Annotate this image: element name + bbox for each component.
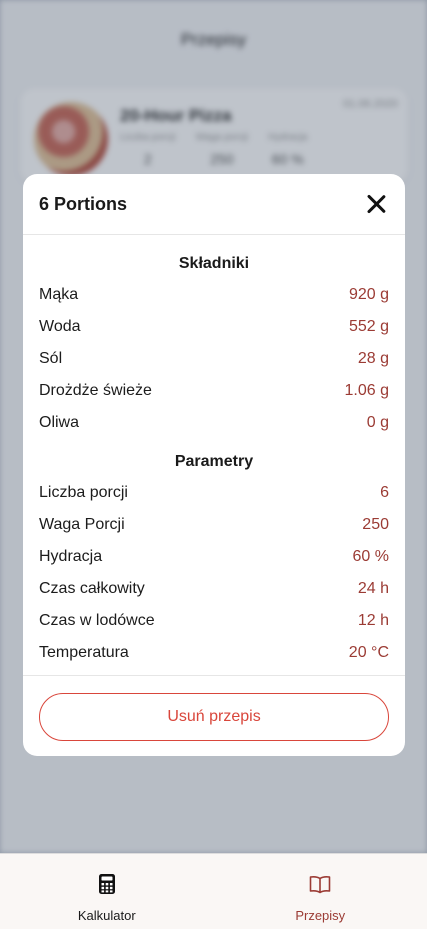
parameter-value: 20 °C (348, 644, 389, 661)
ingredient-row: Woda 552 g (23, 311, 405, 343)
ingredient-value: 0 g (366, 414, 389, 431)
ingredient-label: Oliwa (39, 414, 80, 431)
tab-przepisy[interactable]: Przepisy (214, 854, 427, 929)
ingredient-value: 920 g (348, 286, 389, 303)
parameter-row: Czas całkowity 24 h (23, 573, 405, 605)
tab-label: Kalkulator (77, 908, 136, 923)
parameter-row: Czas w lodówce 12 h (23, 605, 405, 637)
ingredient-value: 1.06 g (344, 382, 389, 399)
ingredient-value: 28 g (357, 350, 389, 367)
parameter-value: 6 (380, 484, 389, 501)
ingredient-label: Mąka (39, 286, 79, 303)
delete-recipe-button[interactable]: Usuń przepis (39, 693, 389, 741)
modal-footer: Usuń przepis (23, 675, 405, 756)
parameter-row: Waga Porcji 250 (23, 509, 405, 541)
parameter-row: Liczba porcji 6 (23, 477, 405, 509)
parameter-value: 12 h (357, 612, 389, 629)
tab-label: Przepisy (295, 908, 346, 923)
calculator-icon (98, 874, 115, 894)
bottom-tab-bar: Kalkulator Przepisy (0, 853, 427, 929)
tab-kalkulator[interactable]: Kalkulator (0, 854, 214, 929)
modal-header: 6 Portions (23, 174, 405, 235)
parameter-label: Liczba porcji (39, 484, 128, 501)
ingredient-label: Woda (39, 318, 81, 335)
parameter-value: 250 (362, 516, 389, 533)
parameter-row: Temperatura 20 °C (23, 637, 405, 669)
parameter-label: Czas w lodówce (39, 612, 155, 629)
parameters-heading: Parametry (174, 453, 254, 470)
ingredient-value: 552 g (348, 318, 389, 335)
ingredient-label: Drożdże świeże (39, 382, 152, 399)
parameter-value: 24 h (357, 580, 389, 597)
ingredient-row: Sól 28 g (23, 343, 405, 375)
parameter-row: Hydracja 60 % (23, 541, 405, 573)
ingredient-row: Oliwa 0 g (23, 407, 405, 439)
ingredient-row: Drożdże świeże 1.06 g (23, 375, 405, 407)
parameter-value: 60 % (352, 548, 389, 565)
ingredient-label: Sól (39, 350, 63, 367)
ingredients-heading: Składniki (178, 255, 250, 272)
parameter-label: Waga Porcji (39, 516, 125, 533)
close-icon[interactable] (363, 191, 389, 217)
portions-modal: 6 Portions Składniki Mąka 920 g Woda 552… (23, 174, 405, 756)
ingredient-row: Mąka 920 g (23, 279, 405, 311)
parameter-label: Hydracja (39, 548, 103, 565)
parameter-label: Czas całkowity (39, 580, 145, 597)
book-icon (309, 875, 331, 894)
modal-title: 6 Portions (39, 193, 128, 214)
parameter-label: Temperatura (39, 644, 129, 661)
